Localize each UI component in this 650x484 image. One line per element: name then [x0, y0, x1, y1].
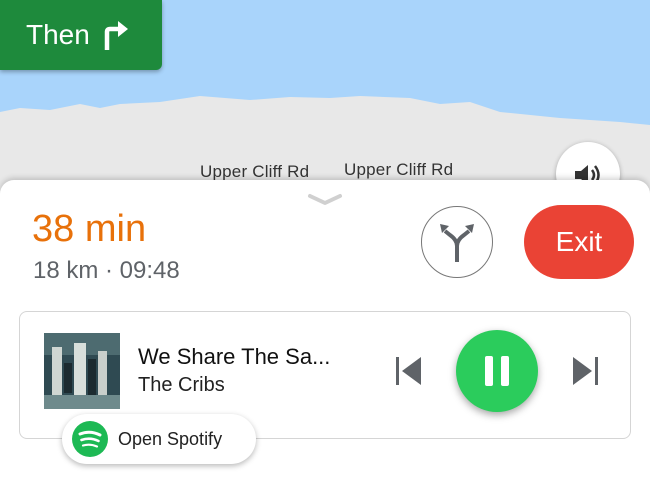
pause-icon — [485, 356, 509, 386]
next-turn-label: Then — [26, 19, 90, 50]
alternate-routes-button[interactable] — [421, 206, 493, 278]
turn-right-icon — [104, 21, 128, 50]
track-title: We Share The Sa... — [138, 344, 331, 369]
trip-details: 18 km · 09:48 — [33, 257, 180, 284]
next-turn-chip: Then — [0, 0, 162, 70]
previous-track-icon[interactable] — [395, 356, 423, 386]
chevron-down-icon[interactable] — [307, 193, 343, 207]
eta: 38 min — [32, 208, 146, 251]
spotify-icon — [72, 421, 108, 457]
track-artist: The Cribs — [138, 374, 225, 396]
next-track-icon[interactable] — [571, 356, 599, 386]
alternate-routes-icon — [440, 224, 474, 262]
street-label: Upper Cliff Rd — [344, 160, 454, 179]
trip-sheet: 38 min 18 km · 09:48 Exit We Share The S… — [0, 180, 650, 484]
pause-button[interactable] — [456, 330, 538, 412]
open-spotify-button[interactable]: Open Spotify — [62, 414, 256, 464]
eta-unit: min — [84, 208, 147, 250]
open-spotify-label: Open Spotify — [118, 428, 223, 449]
eta-value: 38 — [32, 208, 75, 250]
exit-button[interactable]: Exit — [524, 205, 634, 279]
album-art[interactable] — [44, 333, 120, 409]
street-label: Upper Cliff Rd — [200, 162, 310, 181]
